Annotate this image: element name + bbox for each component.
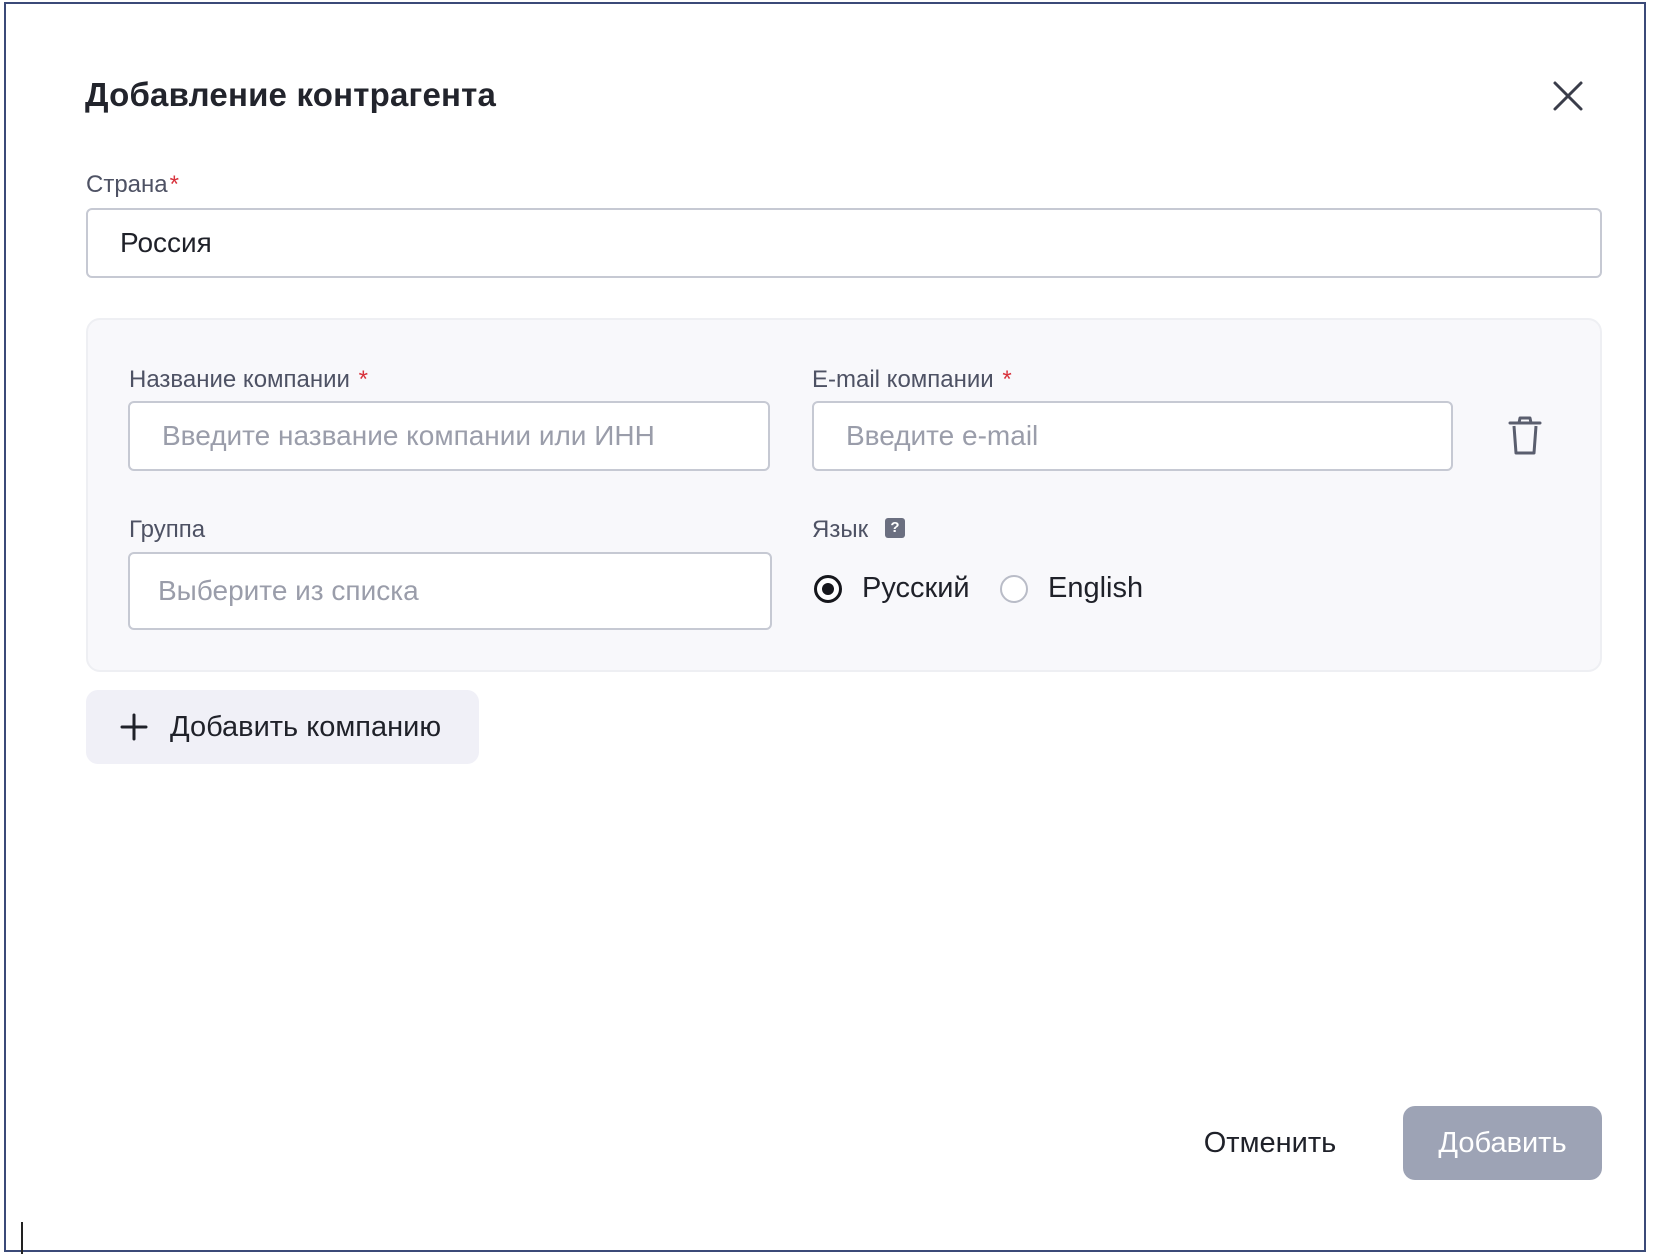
close-icon xyxy=(1553,81,1583,111)
language-option-label: Русский xyxy=(862,572,970,604)
add-company-label: Добавить компанию xyxy=(170,710,442,743)
country-label-text: Страна xyxy=(86,171,168,198)
required-mark: * xyxy=(358,366,368,393)
language-label: Язык xyxy=(812,516,869,543)
close-button[interactable] xyxy=(1546,74,1590,118)
group-select[interactable] xyxy=(128,552,772,630)
cancel-button[interactable]: Отменить xyxy=(1183,1106,1357,1180)
email-label: E-mail компании * xyxy=(812,366,1012,394)
group-label: Группа xyxy=(129,516,206,543)
submit-button[interactable]: Добавить xyxy=(1403,1106,1602,1180)
radio-checked-icon[interactable] xyxy=(814,574,842,603)
country-label: Страна* xyxy=(86,171,179,199)
email-label-text: E-mail компании xyxy=(812,366,994,393)
language-option-label: English xyxy=(1048,572,1144,604)
radio-unchecked-icon[interactable] xyxy=(1000,574,1028,603)
delete-company-button[interactable] xyxy=(1506,414,1544,458)
add-company-button[interactable]: Добавить компанию xyxy=(86,690,479,764)
company-name-label: Название компании * xyxy=(129,366,368,394)
trash-icon xyxy=(1508,416,1542,455)
text-caret xyxy=(21,1222,23,1254)
plus-icon xyxy=(120,713,148,741)
language-option-english[interactable]: English xyxy=(1000,572,1143,605)
dialog-title: Добавление контрагента xyxy=(85,76,497,113)
required-mark: * xyxy=(1002,366,1012,393)
country-field[interactable] xyxy=(86,208,1602,278)
email-field[interactable] xyxy=(812,401,1453,471)
required-mark: * xyxy=(169,171,179,198)
company-name-input[interactable] xyxy=(128,401,770,471)
help-icon[interactable]: ? xyxy=(885,518,905,538)
company-name-label-text: Название компании xyxy=(129,366,350,393)
language-option-russian[interactable]: Русский xyxy=(814,572,970,605)
